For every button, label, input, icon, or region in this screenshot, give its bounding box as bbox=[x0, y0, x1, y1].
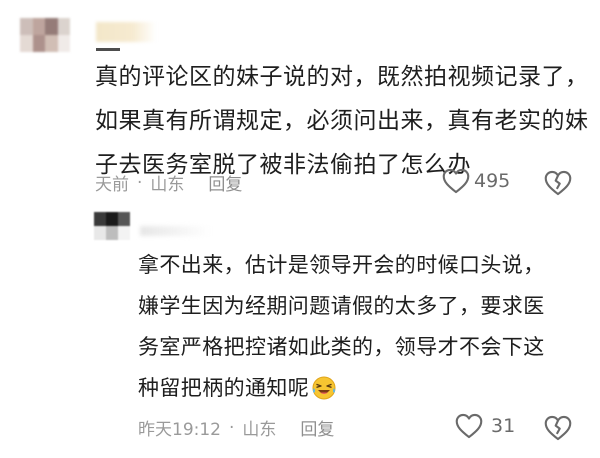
reply-username-blurred[interactable] bbox=[140, 226, 210, 236]
reply-dislike-button[interactable] bbox=[544, 415, 572, 441]
reply-location: 山东 bbox=[242, 420, 277, 440]
avatar[interactable] bbox=[20, 18, 70, 52]
broken-heart-outline-icon bbox=[544, 170, 572, 196]
comment-line: 真的评论区的妹子说的对，既然拍视频记录了， bbox=[95, 64, 589, 90]
comment-line: 如果真有所谓规定，必须问出来，真有老实的妹 bbox=[95, 108, 589, 134]
reply-line: 嫌学生因为经期问题请假的太多了，要求医 bbox=[138, 294, 545, 318]
comment-meta: 天前 · 山东 回复 bbox=[95, 170, 242, 196]
reply-like-count: 31 bbox=[491, 415, 516, 437]
laughing-crying-emoji-icon bbox=[312, 376, 336, 400]
reply-button[interactable]: 回复 bbox=[208, 170, 242, 195]
reply-line: 拿不出来，估计是领导开会的时候口头说， bbox=[138, 253, 545, 277]
reply-like-button[interactable]: 31 bbox=[455, 413, 515, 439]
like-count: 495 bbox=[474, 170, 511, 192]
separator-dot: · bbox=[137, 172, 143, 193]
reply-avatar[interactable] bbox=[94, 212, 130, 240]
reply-meta: 昨天19:12 · 山东 回复 bbox=[138, 415, 334, 441]
separator-dot: · bbox=[229, 417, 235, 438]
comment-text: 真的评论区的妹子说的对，既然拍视频记录了， 如果真有所谓规定，必须问出来，真有老… bbox=[95, 55, 595, 187]
dislike-button[interactable] bbox=[544, 170, 572, 196]
reply-text: 拿不出来，估计是领导开会的时候口头说， 嫌学生因为经期问题请假的太多了，要求医 … bbox=[138, 245, 578, 409]
reply-line: 种留把柄的通知呢 bbox=[138, 376, 310, 400]
reply-line-last: 种留把柄的通知呢 bbox=[138, 368, 578, 409]
reply-line: 务室严格把控诸如此类的，领导才不会下这 bbox=[138, 335, 545, 359]
reply-time: 昨天19:12 bbox=[138, 420, 221, 440]
comment-time: 天前 bbox=[95, 175, 129, 195]
heart-outline-icon bbox=[455, 413, 483, 439]
username-underline bbox=[96, 48, 120, 51]
comment-location: 山东 bbox=[150, 175, 185, 195]
username-blurred[interactable] bbox=[96, 22, 156, 42]
broken-heart-outline-icon bbox=[544, 415, 572, 441]
heart-outline-icon bbox=[442, 168, 470, 194]
like-button[interactable]: 495 bbox=[442, 168, 510, 194]
comment-thread: 真的评论区的妹子说的对，既然拍视频记录了， 如果真有所谓规定，必须问出来，真有老… bbox=[0, 0, 600, 458]
reply-reply-button[interactable]: 回复 bbox=[300, 415, 334, 440]
